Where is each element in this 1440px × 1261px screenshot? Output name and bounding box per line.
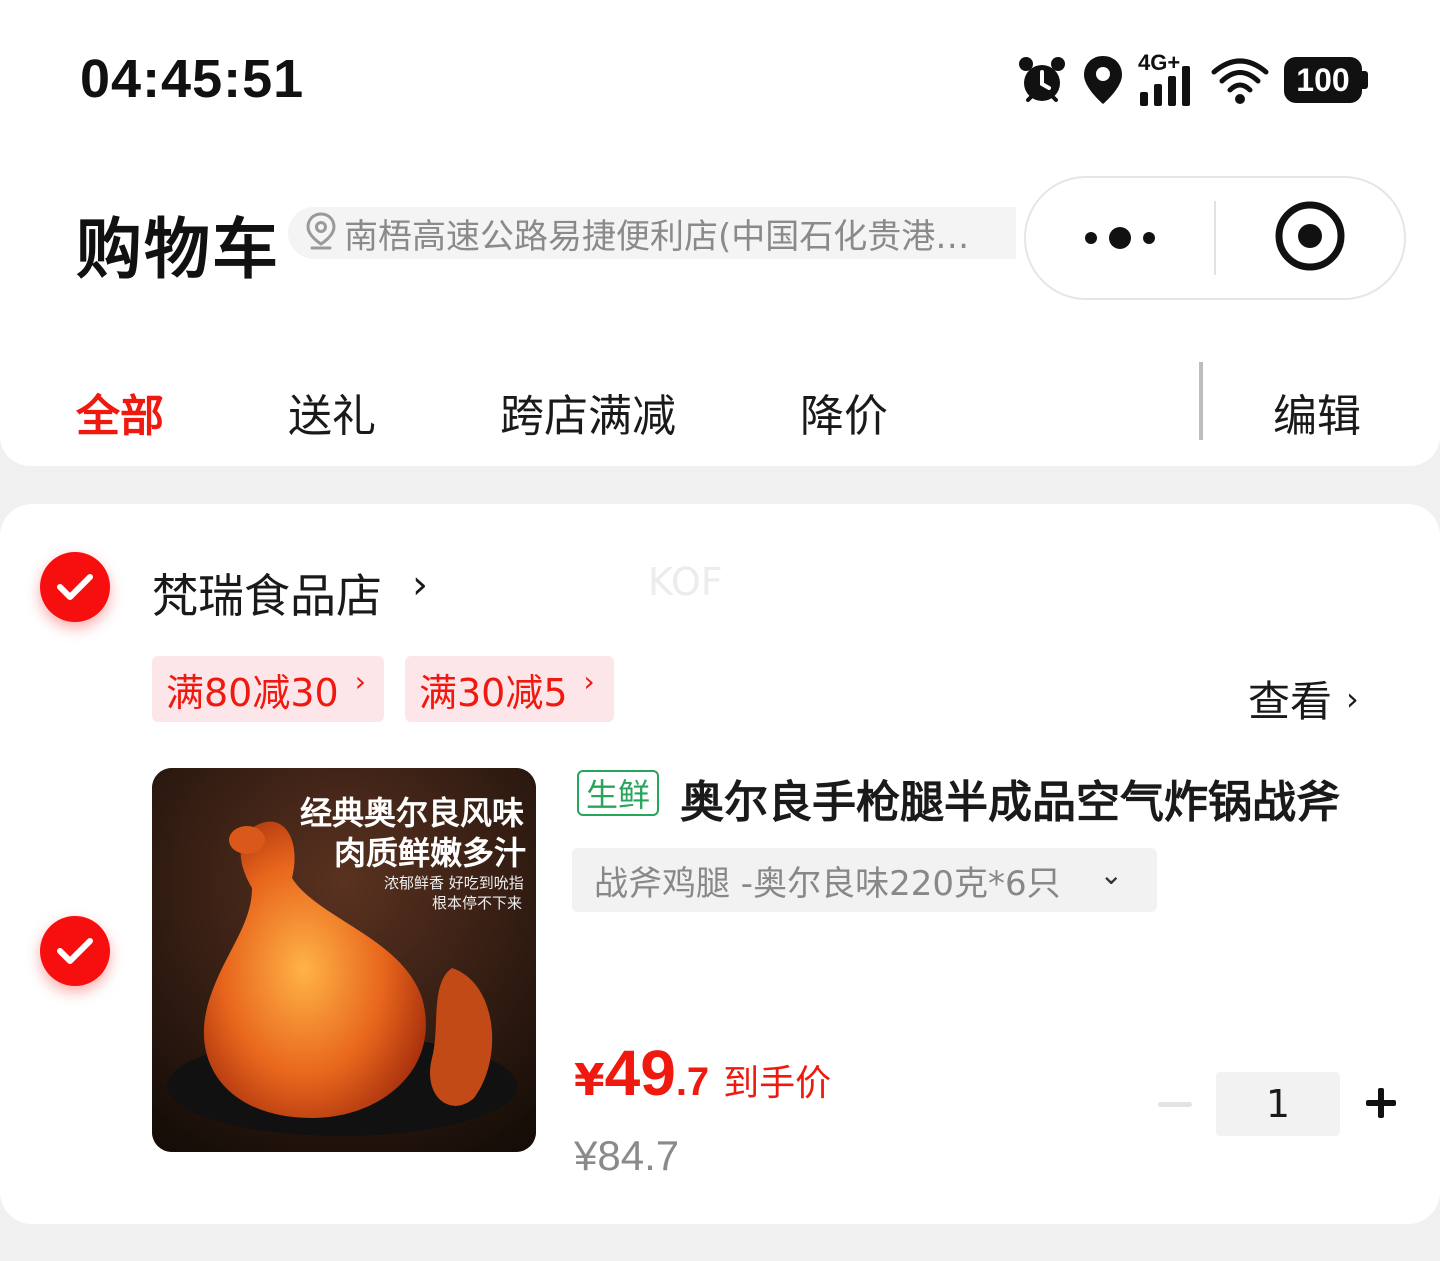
chevron-right-icon: › xyxy=(583,664,595,698)
more-icon xyxy=(1085,227,1155,249)
checkmark-icon xyxy=(57,574,93,600)
header: 04:45:51 4G+ 100 购物车 南梧高速公路易捷便利店(中国石化贵港…… xyxy=(0,0,1440,466)
battery-level: 100 xyxy=(1284,57,1362,103)
location-pin-icon xyxy=(306,212,336,254)
alarm-icon xyxy=(1016,54,1068,106)
battery-icon: 100 xyxy=(1284,57,1368,103)
product-image[interactable]: 经典奥尔良风味 肉质鲜嫩多汁 浓郁鲜香 好吃到吮指 根本停不下来 xyxy=(152,768,536,1152)
image-caption-2: 肉质鲜嫩多汁 xyxy=(334,834,527,872)
product-title[interactable]: 奥尔良手枪腿半成品空气炸锅战斧 xyxy=(680,766,1420,830)
tab-all[interactable]: 全部 xyxy=(76,380,164,444)
view-coupons-button[interactable]: 查看 › xyxy=(1248,668,1359,729)
shop-card: 梵瑞食品店 › KOF 满80减30 › 满30减5 › 查看 › 经典奥尔良风… xyxy=(0,504,1440,1224)
store-location[interactable]: 南梧高速公路易捷便利店(中国石化贵港… xyxy=(288,207,1016,259)
coupon-label: 满30减5 xyxy=(419,670,568,715)
chevron-down-icon: ⌄ xyxy=(1099,858,1123,891)
close-miniprogram-button[interactable] xyxy=(1216,178,1404,298)
coupon-label: 满80减30 xyxy=(166,670,339,715)
store-location-text: 南梧高速公路易捷便利店(中国石化贵港… xyxy=(344,216,970,257)
shop-name[interactable]: 梵瑞食品店 xyxy=(152,560,382,626)
status-icons: 4G+ 100 xyxy=(1016,50,1368,108)
target-icon xyxy=(1274,200,1346,276)
price-decimal: .7 xyxy=(675,1060,710,1104)
image-caption-3: 浓郁鲜香 好吃到吮指 xyxy=(384,874,524,892)
price-integer: 49 xyxy=(604,1037,676,1109)
shop-checkbox[interactable] xyxy=(40,552,110,622)
chevron-right-icon: › xyxy=(354,664,366,698)
product-checkbox[interactable] xyxy=(40,916,110,986)
final-price: ¥ 49 .7 到手价 xyxy=(574,1036,831,1110)
page-title: 购物车 xyxy=(76,211,280,288)
chevron-right-icon[interactable]: › xyxy=(412,562,428,608)
checkmark-icon xyxy=(57,938,93,964)
chevron-right-icon: › xyxy=(1346,679,1359,718)
quantity-decrease-button[interactable] xyxy=(1158,1102,1192,1107)
network-type: 4G+ xyxy=(1138,50,1181,75)
tab-cross-store-discount[interactable]: 跨店满减 xyxy=(500,380,676,444)
image-caption-4: 根本停不下来 xyxy=(432,894,523,912)
price-label: 到手价 xyxy=(723,1063,832,1104)
more-button[interactable] xyxy=(1026,178,1214,298)
variant-label: 战斧鸡腿 -奥尔良味220克*6只 xyxy=(594,863,1061,904)
coupon-tag[interactable]: 满30减5 › xyxy=(405,656,614,722)
coupon-tag[interactable]: 满80减30 › xyxy=(152,656,384,722)
quantity-increase-button[interactable] xyxy=(1366,1088,1396,1118)
quantity-input[interactable]: 1 xyxy=(1216,1072,1340,1136)
fresh-tag: 生鲜 xyxy=(577,770,659,816)
wifi-icon xyxy=(1210,54,1270,106)
status-time: 04:45:51 xyxy=(80,49,305,109)
price-currency: ¥ xyxy=(574,1055,605,1106)
tab-gift[interactable]: 送礼 xyxy=(288,380,376,444)
tab-price-drop[interactable]: 降价 xyxy=(800,380,888,444)
location-icon xyxy=(1082,54,1124,106)
edit-button[interactable]: 编辑 xyxy=(1273,380,1361,444)
tab-divider xyxy=(1199,362,1203,440)
watermark: KOF xyxy=(648,560,723,604)
view-label: 查看 xyxy=(1248,677,1333,726)
variant-selector[interactable]: 战斧鸡腿 -奥尔良味220克*6只 ⌄ xyxy=(572,848,1157,912)
signal-icon: 4G+ xyxy=(1138,50,1196,108)
miniprogram-capsule xyxy=(1024,176,1406,300)
original-price: ¥84.7 xyxy=(574,1132,680,1179)
